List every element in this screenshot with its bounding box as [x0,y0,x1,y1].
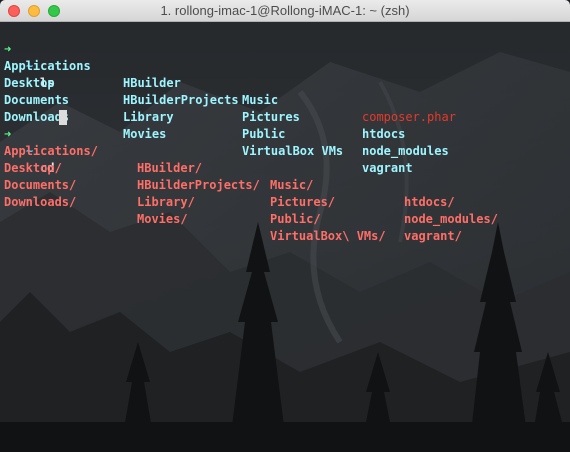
title-bar[interactable]: 1. rollong-imac-1@Rollong-iMAC-1: ~ (zsh… [0,0,570,22]
completion-entry[interactable]: Movies/ [137,211,188,228]
completion-row: Desktop/ HBuilderProjects/ Pictures/ nod… [0,143,570,226]
ls-row: Downloads Movies VirtualBox VMs vagrant [0,92,570,175]
completion-entry[interactable]: VirtualBox\ VMs/ [270,228,386,245]
completion-row: Downloads/ Movies/ VirtualBox\ VMs/ [0,177,570,243]
completion-entry[interactable]: Pictures/ [270,194,335,211]
completion-entry[interactable]: vagrant/ [404,228,462,245]
completion-entry[interactable]: Downloads/ [4,194,76,211]
completion-entry[interactable]: Public/ [270,211,321,228]
terminal-window: 1. rollong-imac-1@Rollong-iMAC-1: ~ (zsh… [0,0,570,452]
ls-row: Documents Library Public node_modules [0,75,570,158]
ls-row: Applications HBuilder Music composer.pha… [0,41,570,124]
completion-row: Documents/ Library/ Public/ vagrant/ [0,160,570,243]
completion-row: Applications/ HBuilder/ Music/ htdocs/ [0,126,570,209]
completion-entry[interactable]: Library/ [137,194,195,211]
window-title: 1. rollong-imac-1@Rollong-iMAC-1: ~ (zsh… [160,3,410,18]
prompt-line-cd: ➜ ~ cd [0,109,570,175]
ls-row: Desktop HBuilderProjects Pictures htdocs [0,58,570,141]
terminal-content[interactable]: ➜ ~ ls Applications HBuilder Music compo… [0,22,570,452]
prompt-line-ls: ➜ ~ ls [0,24,570,90]
completion-entry[interactable]: htdocs/ [404,194,455,211]
text-cursor [59,110,67,125]
completion-entry[interactable]: node_modules/ [404,211,498,228]
